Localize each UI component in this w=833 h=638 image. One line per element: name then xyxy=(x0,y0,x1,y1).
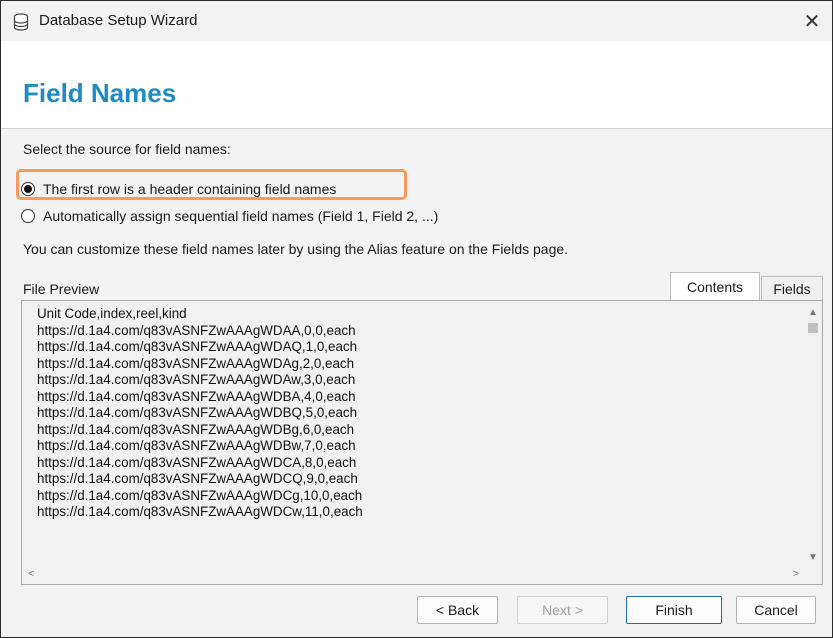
radio-auto-assign-label[interactable]: Automatically assign sequential field na… xyxy=(43,208,438,224)
page-title: Field Names xyxy=(23,78,177,108)
scroll-right-icon[interactable]: > xyxy=(793,568,799,580)
horizontal-scrollbar[interactable]: < > xyxy=(22,566,805,584)
preview-line: https://d.1a4.com/q83vASNFZwAAAgWDCA,8,0… xyxy=(37,454,357,470)
preview-line: https://d.1a4.com/q83vASNFZwAAAgWDBA,4,0… xyxy=(37,388,356,404)
preview-line: https://d.1a4.com/q83vASNFZwAAAgWDBw,7,0… xyxy=(37,438,356,453)
wizard-header: Field Names xyxy=(1,41,832,129)
database-icon xyxy=(13,13,29,31)
finish-button[interactable]: Finish xyxy=(626,596,722,624)
preview-line: https://d.1a4.com/q83vASNFZwAAAgWDAg,2,0… xyxy=(37,355,355,371)
preview-line: https://d.1a4.com/q83vASNFZwAAAgWDBg,6,0… xyxy=(37,421,355,437)
preview-line: https://d.1a4.com/q83vASNFZwAAAgWDCg,10,… xyxy=(37,487,363,503)
cancel-button[interactable]: Cancel xyxy=(736,596,816,624)
file-preview-box[interactable]: Unit Code,index,reel,kind https://d.1a4.… xyxy=(21,300,823,585)
radio-auto-assign[interactable]: Automatically assign sequential field na… xyxy=(21,205,438,227)
scroll-left-icon[interactable]: < xyxy=(28,568,34,580)
window-title: Database Setup Wizard xyxy=(39,12,198,29)
close-icon[interactable]: ✕ xyxy=(792,1,832,41)
scroll-thumb[interactable] xyxy=(808,323,818,333)
preview-line: https://d.1a4.com/q83vASNFZwAAAgWDBQ,5,0… xyxy=(37,405,358,420)
preview-line: https://d.1a4.com/q83vASNFZwAAAgWDAw,3,0… xyxy=(37,372,356,387)
radio-header-row[interactable]: The first row is a header containing fie… xyxy=(21,178,336,200)
preview-line: https://d.1a4.com/q83vASNFZwAAAgWDAQ,1,0… xyxy=(37,339,358,354)
preview-line: Unit Code,index,reel,kind xyxy=(37,306,187,321)
scroll-up-icon[interactable]: ▲ xyxy=(808,307,818,318)
wizard-window: Database Setup Wizard ✕ Field Names Sele… xyxy=(0,0,833,638)
tab-contents[interactable]: Contents xyxy=(670,272,760,301)
preview-line: https://d.1a4.com/q83vASNFZwAAAgWDCQ,9,0… xyxy=(37,471,358,486)
alias-hint: You can customize these field names late… xyxy=(23,241,569,257)
title-bar: Database Setup Wizard ✕ xyxy=(1,1,832,41)
vertical-scrollbar[interactable]: ▲ ▼ xyxy=(804,301,822,567)
file-preview-label: File Preview xyxy=(23,281,100,297)
radio-header-row-label[interactable]: The first row is a header containing fie… xyxy=(43,181,336,197)
preview-lines: Unit Code,index,reel,kind https://d.1a4.… xyxy=(37,306,363,521)
radio-auto-assign-button[interactable] xyxy=(21,209,35,223)
source-prompt: Select the source for field names: xyxy=(23,141,231,157)
back-button[interactable]: < Back xyxy=(417,596,498,624)
scroll-down-icon[interactable]: ▼ xyxy=(808,552,818,563)
tab-fields[interactable]: Fields xyxy=(761,276,823,301)
radio-selected-dot xyxy=(24,185,32,193)
radio-header-row-button[interactable] xyxy=(21,182,35,196)
preview-line: https://d.1a4.com/q83vASNFZwAAAgWDCw,11,… xyxy=(37,504,363,519)
next-button[interactable]: Next > xyxy=(517,596,608,624)
preview-line: https://d.1a4.com/q83vASNFZwAAAgWDAA,0,0… xyxy=(37,322,356,338)
